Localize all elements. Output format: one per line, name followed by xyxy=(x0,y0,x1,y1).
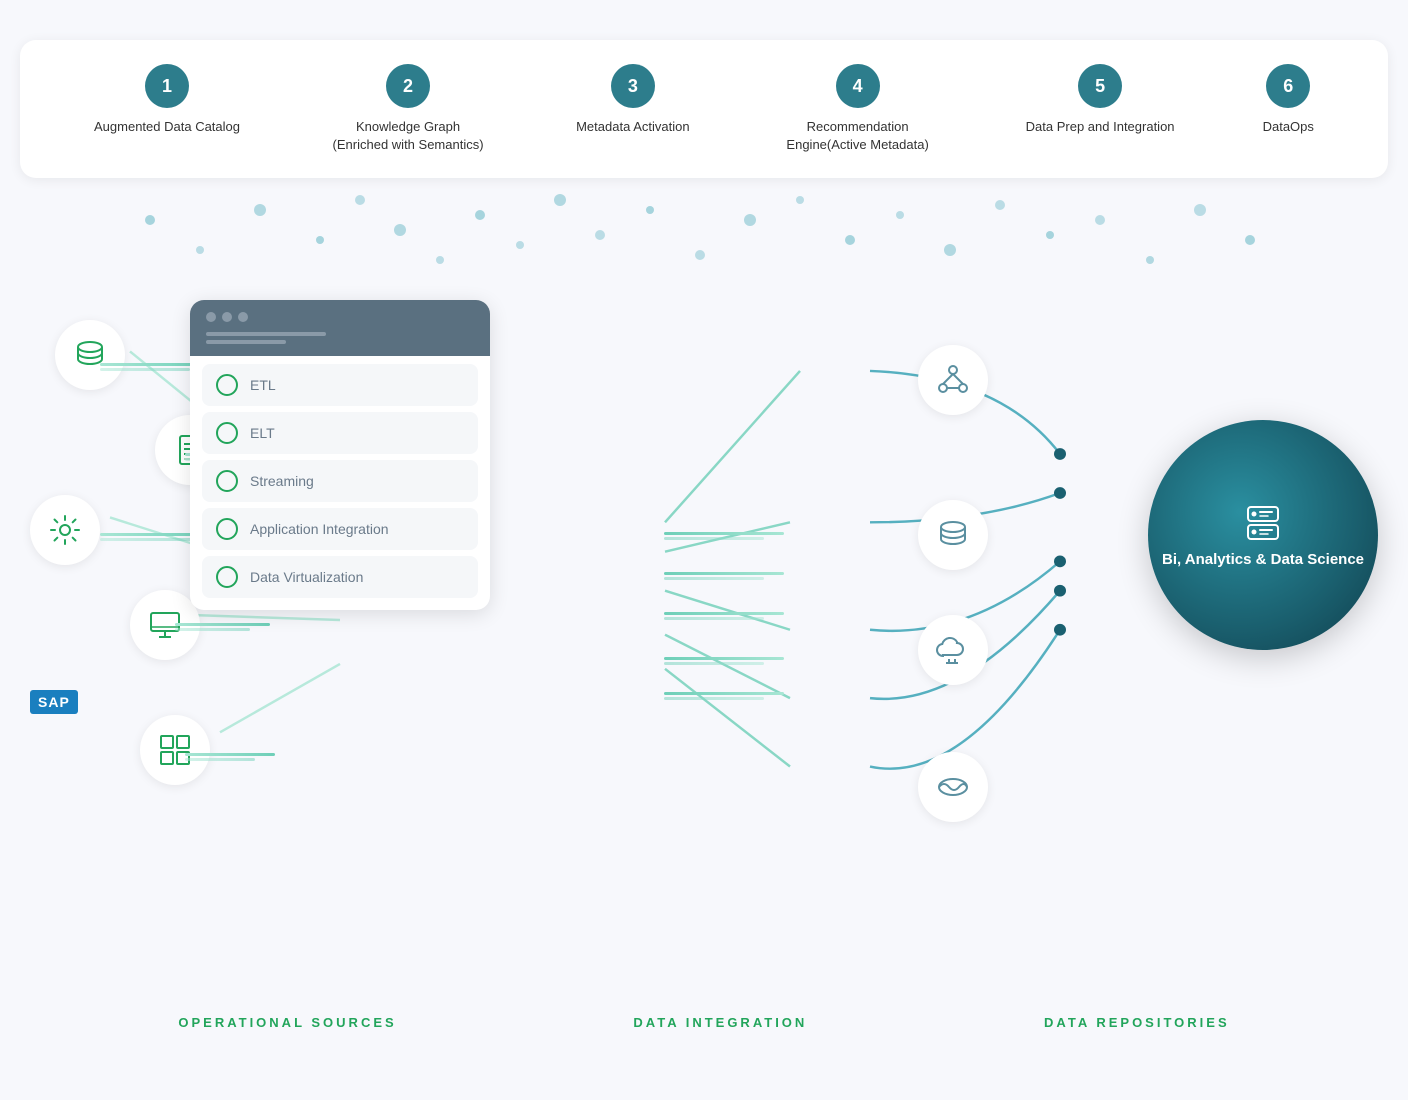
wave-icon xyxy=(918,752,988,822)
r-connector-3 xyxy=(664,612,784,615)
step-1: 1 Augmented Data Catalog xyxy=(94,64,240,136)
step-3: 3 Metadata Activation xyxy=(576,64,689,136)
panel-dot-1 xyxy=(206,312,216,322)
step-circle-2: 2 xyxy=(386,64,430,108)
connector-line-1b xyxy=(100,368,190,371)
sap-badge: SAP xyxy=(30,690,78,714)
panel-lines xyxy=(206,332,474,344)
decorative-dots xyxy=(0,180,1408,300)
network-icon xyxy=(918,345,988,415)
step-label-6: DataOps xyxy=(1263,118,1314,136)
step-circle-1: 1 xyxy=(145,64,189,108)
panel-item-streaming[interactable]: Streaming xyxy=(202,460,478,502)
panel-item-etl[interactable]: ETL xyxy=(202,364,478,406)
elt-circle xyxy=(216,422,238,444)
step-label-2: Knowledge Graph (Enriched with Semantics… xyxy=(328,118,488,154)
panel-window: ETL ELT Streaming Application Integratio… xyxy=(190,300,490,610)
operational-sources-label: OPERATIONAL SOURCES xyxy=(178,1015,396,1030)
step-label-4: Recommendation Engine(Active Metadata) xyxy=(778,118,938,154)
r-connector-5b xyxy=(664,697,764,700)
step-circle-3: 3 xyxy=(611,64,655,108)
panel-items-list: ETL ELT Streaming Application Integratio… xyxy=(190,356,490,610)
step-label-5: Data Prep and Integration xyxy=(1026,118,1175,136)
connector-line-5 xyxy=(185,753,275,756)
r-connector-2b xyxy=(664,577,764,580)
app-integration-circle xyxy=(216,518,238,540)
connector-line-4b xyxy=(175,628,250,631)
grid-icon xyxy=(140,715,210,785)
data-repos-label: DATA REPOSITORIES xyxy=(1044,1015,1230,1030)
database-icon-2 xyxy=(918,500,988,570)
panel-item-app-integration[interactable]: Application Integration xyxy=(202,508,478,550)
bi-analytics-label: Bi, Analytics & Data Science xyxy=(1150,549,1376,572)
data-virt-label: Data Virtualization xyxy=(250,569,363,585)
panel-line-2 xyxy=(206,340,286,344)
panel-dots xyxy=(206,312,474,322)
r-connector-1 xyxy=(664,532,784,535)
step-label-3: Metadata Activation xyxy=(576,118,689,136)
step-6: 6 DataOps xyxy=(1263,64,1314,136)
data-virt-circle xyxy=(216,566,238,588)
elt-label: ELT xyxy=(250,425,275,441)
settings-icon xyxy=(30,495,100,565)
r-connector-1b xyxy=(664,537,764,540)
panel-item-data-virt[interactable]: Data Virtualization xyxy=(202,556,478,598)
connector-line-4 xyxy=(175,623,270,626)
etl-circle xyxy=(216,374,238,396)
steps-bar: 1 Augmented Data Catalog 2 Knowledge Gra… xyxy=(20,40,1388,178)
step-circle-4: 4 xyxy=(836,64,880,108)
app-integration-label: Application Integration xyxy=(250,521,389,537)
step-label-1: Augmented Data Catalog xyxy=(94,118,240,136)
step-4: 4 Recommendation Engine(Active Metadata) xyxy=(778,64,938,154)
panel-dot-3 xyxy=(238,312,248,322)
panel-item-elt[interactable]: ELT xyxy=(202,412,478,454)
panel-header xyxy=(190,300,490,356)
step-circle-6: 6 xyxy=(1266,64,1310,108)
database-icon-1 xyxy=(55,320,125,390)
cloud-icon xyxy=(918,615,988,685)
r-connector-5 xyxy=(664,692,784,695)
etl-label: ETL xyxy=(250,377,276,393)
step-circle-5: 5 xyxy=(1078,64,1122,108)
r-connector-2 xyxy=(664,572,784,575)
integration-panel: ETL ELT Streaming Application Integratio… xyxy=(190,300,490,610)
data-integration-label: DATA INTEGRATION xyxy=(633,1015,807,1030)
connector-line-3b xyxy=(100,538,195,541)
panel-line-1 xyxy=(206,332,326,336)
step-5: 5 Data Prep and Integration xyxy=(1026,64,1175,136)
r-connector-3b xyxy=(664,617,764,620)
connector-line-5b xyxy=(185,758,255,761)
bottom-labels: OPERATIONAL SOURCES DATA INTEGRATION DAT… xyxy=(0,1015,1408,1030)
panel-dot-2 xyxy=(222,312,232,322)
bi-analytics-circle: Bi, Analytics & Data Science xyxy=(1148,420,1378,650)
main-diagram: SAP xyxy=(0,200,1408,1040)
r-connector-4b xyxy=(664,662,764,665)
step-2: 2 Knowledge Graph (Enriched with Semanti… xyxy=(328,64,488,154)
streaming-label: Streaming xyxy=(250,473,314,489)
r-connector-4 xyxy=(664,657,784,660)
bi-icon xyxy=(1238,499,1288,549)
streaming-circle xyxy=(216,470,238,492)
